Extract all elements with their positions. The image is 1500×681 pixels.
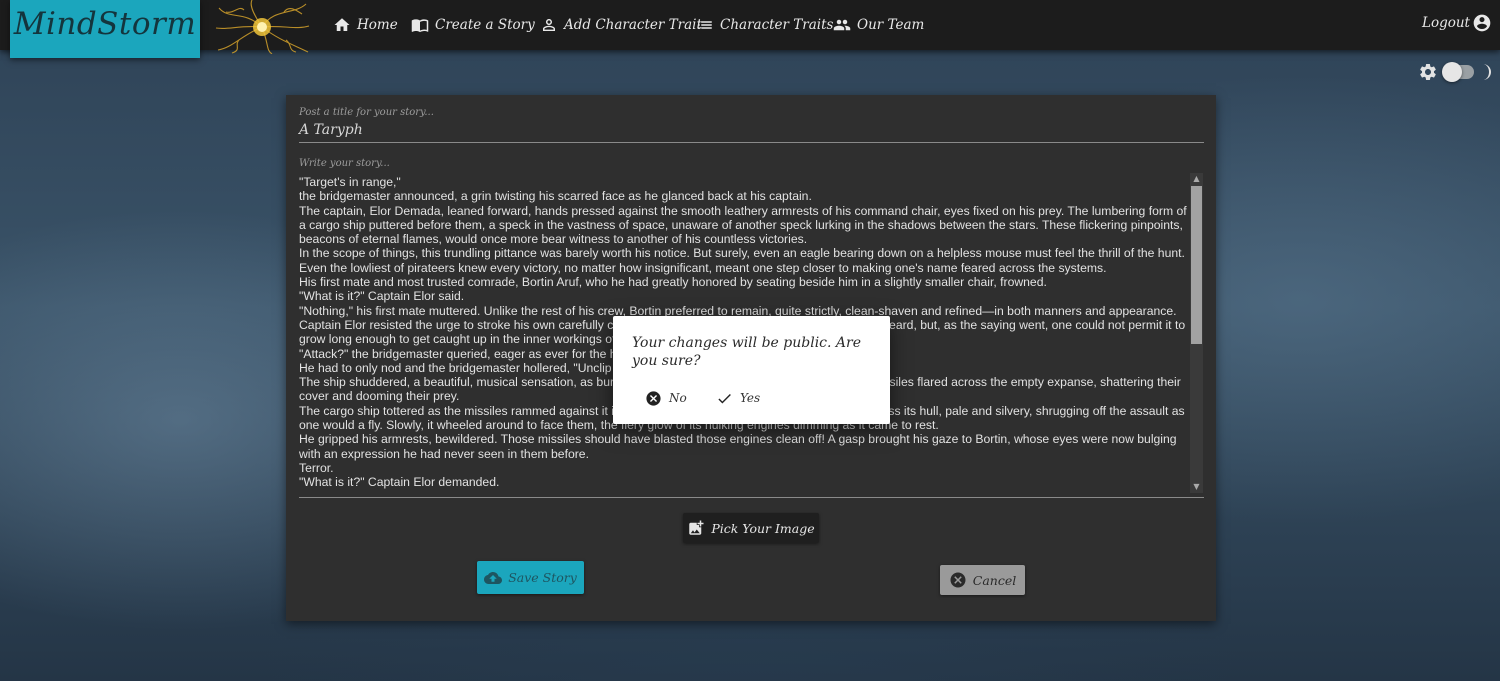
scroll-up-arrow-icon[interactable]: ▲: [1190, 173, 1203, 185]
dialog-message: Your changes will be public. Are you sur…: [632, 335, 862, 369]
pick-image-label: Pick Your Image: [711, 520, 815, 536]
book-icon: [411, 19, 429, 33]
list-icon: [698, 21, 712, 29]
scroll-down-arrow-icon[interactable]: ▼: [1190, 481, 1203, 493]
story-underline: [299, 497, 1204, 498]
theme-toggle-switch[interactable]: [1442, 62, 1474, 82]
pick-image-button[interactable]: Pick Your Image: [683, 513, 819, 543]
nav-our-team[interactable]: Our Team: [833, 14, 924, 36]
logout-link[interactable]: Logout: [1422, 15, 1470, 31]
story-scrollbar[interactable]: ▲ ▼: [1190, 173, 1203, 493]
dialog-yes-button[interactable]: Yes: [716, 388, 760, 408]
nav-home[interactable]: Home: [333, 14, 398, 36]
nav-add-character-trait-label: Add Character Trait: [564, 17, 702, 33]
save-story-button[interactable]: Save Story: [477, 561, 584, 594]
story-line: the bridgemaster announced, a grin twist…: [299, 189, 812, 204]
theme-switcher: [1418, 60, 1494, 84]
add-photo-icon: [689, 520, 704, 535]
title-underline: [299, 142, 1204, 143]
check-icon: [718, 393, 731, 403]
story-line: "Target's in range,": [299, 175, 401, 189]
story-line: In the scope of things, this trundling p…: [299, 246, 1185, 275]
dialog-yes-label: Yes: [740, 391, 761, 405]
nav-character-traits[interactable]: Character Traits: [696, 14, 833, 36]
story-field-label: Write your story...: [299, 158, 390, 169]
dialog-no-label: No: [669, 391, 687, 405]
nav-create-story[interactable]: Create a Story: [411, 14, 535, 36]
brand-name: MindStorm: [13, 6, 197, 42]
save-story-label: Save Story: [508, 570, 577, 585]
person-icon: [543, 19, 555, 31]
sun-gear-icon: [1420, 63, 1436, 80]
brain-storm-logo-image: [215, 0, 310, 54]
story-line: His first mate and most trusted comrade,…: [299, 275, 1047, 290]
cancel-label: Cancel: [972, 572, 1017, 588]
navbar: MindStorm Home Create a Story Add Charac…: [0, 0, 1500, 58]
brand-logo[interactable]: MindStorm: [10, 0, 200, 58]
story-line: "What is it?" Captain Elor demanded.: [299, 475, 500, 490]
nav-character-traits-label: Character Traits: [720, 17, 834, 33]
nav-our-team-label: Our Team: [857, 17, 925, 33]
story-line: He gripped his armrests, bewildered. Tho…: [299, 432, 1177, 461]
account-circle-icon[interactable]: [1472, 13, 1492, 33]
group-icon: [833, 19, 851, 31]
title-input[interactable]: A Taryph: [299, 122, 363, 138]
story-line: The captain, Elor Demada, leaned forward…: [299, 203, 1187, 247]
story-line: Terror.: [299, 460, 334, 475]
story-line: "What is it?" Captain Elor said.: [299, 289, 465, 304]
dialog-no-button[interactable]: No: [645, 388, 687, 408]
cancel-circle-icon: [950, 572, 966, 588]
toggle-knob: [1442, 62, 1462, 82]
cancel-button[interactable]: Cancel: [940, 565, 1025, 595]
confirm-dialog: Your changes will be public. Are you sur…: [613, 316, 890, 424]
cancel-circle-icon: [646, 390, 661, 406]
nav-create-story-label: Create a Story: [435, 17, 535, 33]
scroll-thumb[interactable]: [1191, 186, 1202, 344]
moon-icon: [1483, 64, 1491, 80]
cloud-upload-icon: [484, 571, 503, 584]
nav-add-character-trait[interactable]: Add Character Trait: [540, 14, 702, 36]
title-field-label: Post a title for your story...: [299, 107, 434, 118]
nav-home-label: Home: [357, 17, 398, 33]
home-icon: [334, 18, 350, 31]
